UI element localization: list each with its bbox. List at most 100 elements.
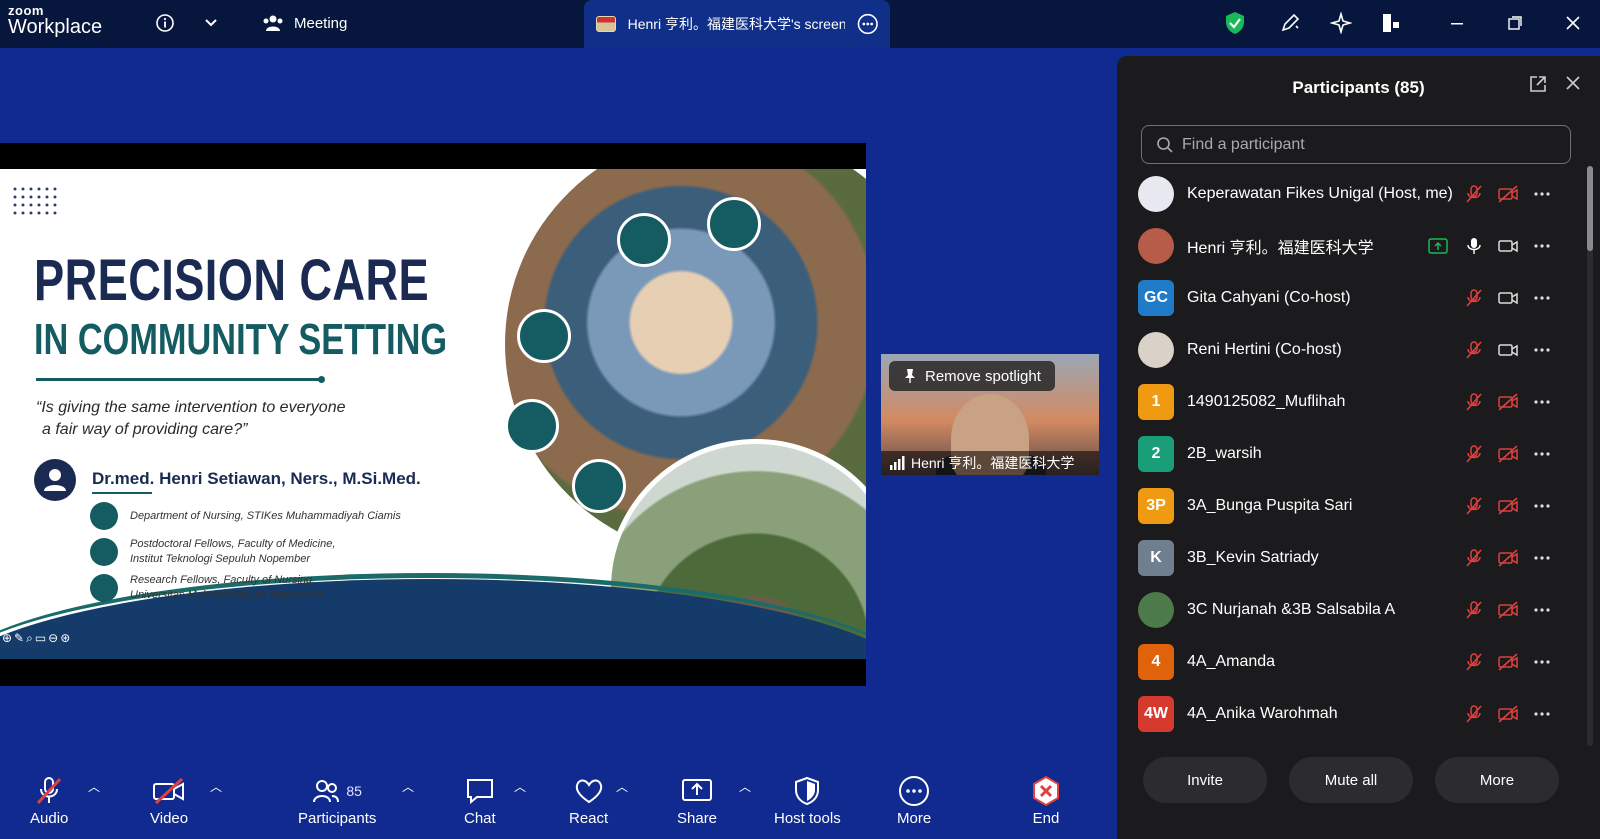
camera-off-icon[interactable] — [1497, 651, 1519, 673]
camera-off-icon[interactable] — [1497, 391, 1519, 413]
panel-header-icons — [1528, 74, 1582, 94]
participant-row[interactable] — [1117, 740, 1587, 743]
participant-row[interactable]: Reni Hertini (Co-host) — [1117, 324, 1587, 376]
university-sun-icon — [90, 574, 118, 602]
participant-row[interactable]: 3P 3A_Bunga Puspita Sari — [1117, 480, 1587, 532]
react-button[interactable]: React — [569, 774, 608, 827]
zoom-workplace-logo: zoom Workplace — [8, 4, 102, 37]
mic-muted-icon[interactable] — [1463, 183, 1485, 205]
end-button[interactable]: End — [1030, 774, 1062, 827]
participant-more-icon[interactable] — [1531, 599, 1553, 621]
mic-muted-icon[interactable] — [1463, 391, 1485, 413]
screen-share-tab-label: Henri 亨利。福建医科大学's screen share — [627, 16, 845, 32]
participant-search-input[interactable] — [1182, 135, 1562, 154]
mic-muted-icon[interactable] — [1463, 547, 1485, 569]
share-options-caret-icon[interactable]: ︿ — [739, 778, 751, 795]
mic-on-icon[interactable] — [1463, 235, 1485, 257]
more-button[interactable]: More — [897, 774, 931, 827]
camera-off-icon[interactable] — [1497, 599, 1519, 621]
pen-icon[interactable] — [1277, 10, 1303, 36]
participants-button[interactable]: 85 Participants — [298, 774, 376, 827]
sparkle-icon[interactable] — [1328, 10, 1354, 36]
affiliation-3-line1: Research Fellows, Faculty of Nursing, — [130, 574, 316, 586]
camera-on-icon[interactable] — [1497, 339, 1519, 361]
close-panel-icon[interactable] — [1564, 74, 1582, 92]
info-icon[interactable] — [152, 10, 178, 36]
chat-options-caret-icon[interactable]: ︿ — [514, 778, 526, 795]
participants-options-caret-icon[interactable]: ︿ — [402, 778, 414, 795]
meeting-tab-label: Meeting — [294, 14, 348, 32]
camera-off-icon[interactable] — [1497, 183, 1519, 205]
share-button[interactable]: Share — [677, 774, 717, 827]
close-icon[interactable] — [1560, 10, 1586, 36]
participant-search[interactable] — [1141, 125, 1571, 164]
camera-on-icon[interactable] — [1497, 287, 1519, 309]
pop-out-icon[interactable] — [1528, 74, 1548, 94]
participant-more-icon[interactable] — [1531, 443, 1553, 465]
mute-all-button[interactable]: Mute all — [1289, 757, 1413, 803]
camera-off-icon[interactable] — [1497, 547, 1519, 569]
chevron-down-icon[interactable] — [198, 10, 224, 36]
participant-more-icon[interactable] — [1531, 495, 1553, 517]
slide-title-line2: IN COMMUNITY SETTING — [34, 315, 448, 364]
mic-muted-icon[interactable] — [1463, 287, 1485, 309]
participant-more-icon[interactable] — [1531, 703, 1553, 725]
participant-more-icon[interactable] — [1531, 235, 1553, 257]
participant-row[interactable]: 4W 4A_Anika Warohmah — [1117, 688, 1587, 740]
scrollbar-thumb[interactable] — [1587, 166, 1593, 251]
meeting-tab[interactable]: Meeting — [262, 10, 347, 36]
participant-row[interactable]: 3C Nurjanah &3B Salsabila A — [1117, 584, 1587, 636]
mic-muted-icon[interactable] — [1463, 495, 1485, 517]
camera-off-icon[interactable] — [1497, 443, 1519, 465]
participant-row[interactable]: Henri 亨利。福建医科大学 — [1117, 220, 1587, 272]
avatar — [1138, 592, 1174, 628]
participant-more-icon[interactable] — [1531, 547, 1553, 569]
participant-row[interactable]: 2 2B_warsih — [1117, 428, 1587, 480]
video-options-caret-icon[interactable]: ︿ — [210, 778, 222, 795]
participant-list[interactable]: Keperawatan Fikes Unigal (Host, me) Henri… — [1117, 168, 1587, 743]
chat-button[interactable]: Chat — [464, 774, 496, 827]
react-options-caret-icon[interactable]: ︿ — [616, 778, 628, 795]
remove-spotlight-button[interactable]: Remove spotlight — [889, 361, 1055, 391]
minimize-icon[interactable] — [1444, 10, 1470, 36]
mic-muted-icon[interactable] — [1463, 651, 1485, 673]
participant-name: 4A_Amanda — [1187, 653, 1276, 670]
shield-check-icon[interactable] — [1222, 10, 1248, 36]
participant-row[interactable]: GC Gita Cahyani (Co-host) — [1117, 272, 1587, 324]
video-button[interactable]: Video — [150, 774, 188, 827]
participant-more-icon[interactable] — [1531, 651, 1553, 673]
host-tools-button[interactable]: Host tools — [774, 774, 841, 827]
affiliation-1: Department of Nursing, STIKes Muhammadiy… — [90, 502, 401, 530]
participant-row[interactable]: 4 4A_Amanda — [1117, 636, 1587, 688]
home-icon — [505, 399, 559, 453]
camera-on-icon[interactable] — [1497, 235, 1519, 257]
restore-icon[interactable] — [1502, 10, 1528, 36]
more-options-icon[interactable] — [857, 13, 879, 35]
participant-more-icon[interactable] — [1531, 391, 1553, 413]
affiliation-2: Postdoctoral Fellows, Faculty of Medicin… — [90, 537, 335, 567]
participant-row[interactable]: K 3B_Kevin Satriady — [1117, 532, 1587, 584]
participant-row[interactable]: Keperawatan Fikes Unigal (Host, me) — [1117, 168, 1587, 220]
participant-row[interactable]: 1 1490125082_Muflihah — [1117, 376, 1587, 428]
shared-screen[interactable]: PRECISION CARE IN COMMUNITY SETTING “Is … — [0, 143, 866, 686]
avatar — [1138, 228, 1174, 264]
mic-muted-icon[interactable] — [1463, 599, 1485, 621]
participant-more-icon[interactable] — [1531, 287, 1553, 309]
screen-share-tab[interactable]: Henri 亨利。福建医科大学's screen share — [584, 0, 890, 48]
audio-button[interactable]: Audio — [30, 774, 68, 827]
mic-muted-icon[interactable] — [1463, 443, 1485, 465]
participant-more-icon[interactable] — [1531, 339, 1553, 361]
camera-off-icon[interactable] — [1497, 495, 1519, 517]
audio-options-caret-icon[interactable]: ︿ — [88, 778, 100, 795]
participant-list-scrollbar[interactable] — [1587, 166, 1593, 746]
camera-off-icon[interactable] — [1497, 703, 1519, 725]
avatar — [1138, 332, 1174, 368]
slide-author: Dr.med. Henri Setiawan, Ners., M.Si.Med. — [92, 469, 421, 488]
apps-icon[interactable] — [1378, 10, 1404, 36]
participant-more-icon[interactable] — [1531, 183, 1553, 205]
mic-muted-icon[interactable] — [1463, 703, 1485, 725]
invite-button[interactable]: Invite — [1143, 757, 1267, 803]
panel-more-button[interactable]: More — [1435, 757, 1559, 803]
mic-muted-icon[interactable] — [1463, 339, 1485, 361]
slide-annotation-toolstrip[interactable]: ⊕✎⌕▭⊖⊛ — [2, 631, 72, 646]
